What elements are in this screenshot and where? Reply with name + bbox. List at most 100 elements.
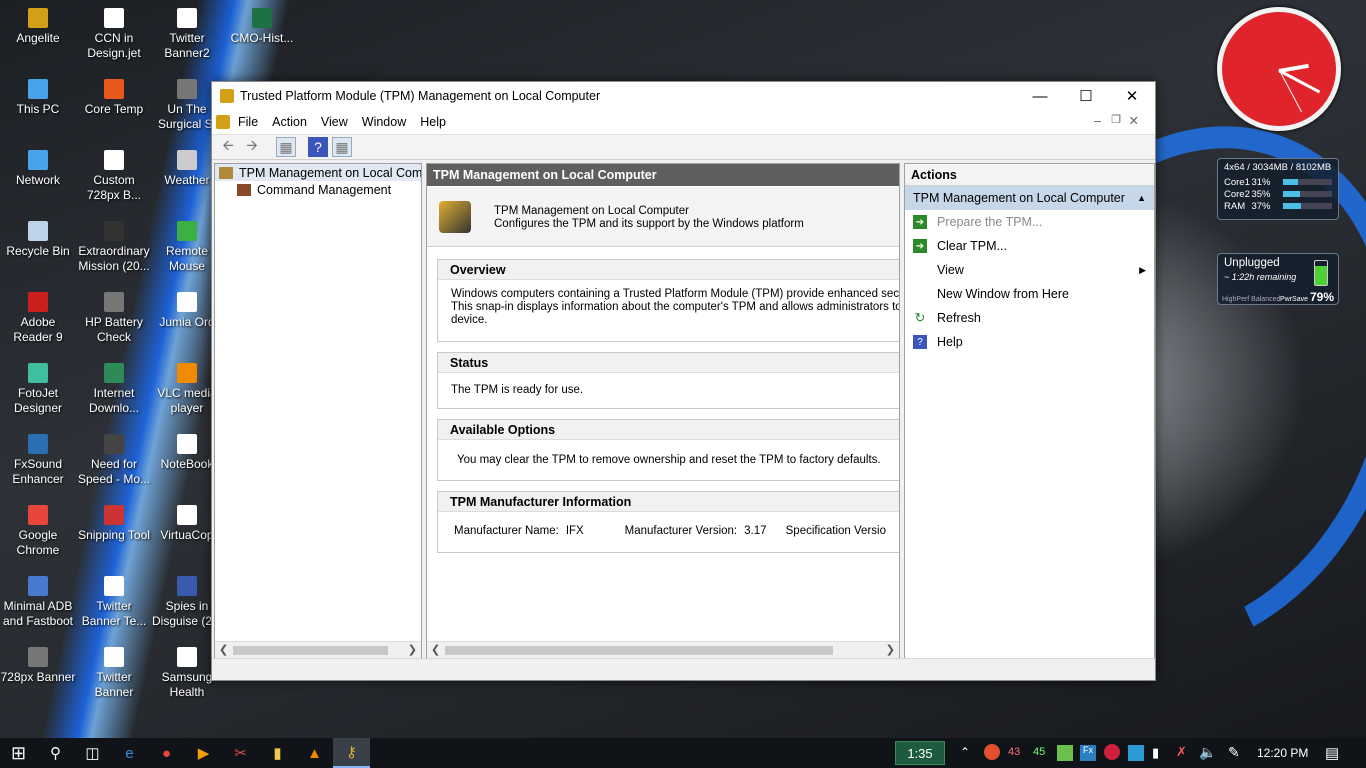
scroll-left-icon[interactable]: ❮ bbox=[219, 643, 228, 656]
desktop-icon[interactable]: CMO-Hist... bbox=[224, 8, 300, 46]
battery-tray-icon[interactable]: ▮ bbox=[1152, 745, 1159, 761]
action-item[interactable]: New Window from Here bbox=[905, 282, 1154, 306]
chrome-icon[interactable]: ● bbox=[148, 738, 185, 768]
tree-root-label: TPM Management on Local Comp bbox=[239, 165, 421, 180]
forward-arrow-icon[interactable]: 🡪 bbox=[242, 137, 262, 157]
tree-item-command-management[interactable]: Command Management bbox=[215, 181, 421, 199]
volume-icon[interactable]: 🔈 bbox=[1199, 744, 1216, 761]
file-explorer-icon[interactable]: ▮ bbox=[259, 738, 296, 768]
desktop-icon[interactable]: Twitter Banner2 bbox=[149, 8, 225, 61]
desktop-icon[interactable]: Extraordinary Mission (20... bbox=[76, 221, 152, 274]
clock-time[interactable]: 12:20 PM bbox=[1257, 746, 1308, 760]
tray-app-icon[interactable] bbox=[984, 744, 1000, 760]
options-text: You may clear the TPM to remove ownershi… bbox=[457, 454, 881, 466]
desktop-icon[interactable]: Recycle Bin bbox=[0, 221, 76, 259]
action-item[interactable]: ➔ Prepare the TPM... bbox=[905, 210, 1154, 234]
show-hidden-icons[interactable]: ⌃ bbox=[960, 745, 970, 759]
show-hide-action-pane-icon[interactable]: ▦ bbox=[332, 137, 352, 157]
timer-widget[interactable]: 1:35 bbox=[895, 741, 945, 765]
menu-action[interactable]: Action bbox=[272, 115, 307, 129]
maximize-button[interactable]: ☐ bbox=[1063, 82, 1109, 110]
child-minimize-icon[interactable]: – bbox=[1094, 114, 1101, 128]
cpu-temp-1[interactable]: 43 bbox=[1008, 746, 1020, 758]
windows-start-icon[interactable]: ⊞ bbox=[0, 738, 37, 768]
scroll-left-icon[interactable]: ❮ bbox=[431, 643, 440, 656]
tray-green-icon[interactable] bbox=[1057, 745, 1073, 761]
child-close-icon[interactable]: ✕ bbox=[1129, 113, 1139, 128]
help-icon[interactable]: ? bbox=[308, 137, 328, 157]
desktop-icon[interactable]: Core Temp bbox=[76, 79, 152, 117]
mmc-app-icon[interactable] bbox=[216, 115, 230, 129]
shield-icon[interactable] bbox=[1128, 745, 1144, 761]
tpm-taskbar-icon[interactable]: ⚷ bbox=[333, 738, 370, 768]
desktop-icon[interactable]: Twitter Banner bbox=[76, 647, 152, 700]
desktop-icon[interactable]: Adobe Reader 9 bbox=[0, 292, 76, 345]
show-hide-tree-icon[interactable]: ▦ bbox=[276, 137, 296, 157]
desktop-icon-image bbox=[177, 292, 197, 312]
action-item[interactable]: View ▶ bbox=[905, 258, 1154, 282]
close-button[interactable]: ✕ bbox=[1109, 82, 1155, 110]
desktop-icon-image bbox=[104, 647, 124, 667]
scroll-right-icon[interactable]: ❯ bbox=[408, 643, 417, 656]
desktop-icon[interactable]: FxSound Enhancer bbox=[0, 434, 76, 487]
fx-sound-icon[interactable]: Fx bbox=[1080, 745, 1096, 761]
snipping-tool-icon[interactable]: ✂ bbox=[222, 738, 259, 768]
desktop-icon-label: Twitter Banner2 bbox=[164, 31, 210, 60]
scroll-right-icon[interactable]: ❯ bbox=[886, 643, 895, 656]
battery-gadget[interactable]: Unplugged ~ 1:22h remaining HighPerf Bal… bbox=[1217, 253, 1339, 305]
menu-file[interactable]: File bbox=[238, 115, 258, 129]
desktop-icon[interactable]: Custom 728px B... bbox=[76, 150, 152, 203]
pen-icon[interactable]: ✎ bbox=[1228, 744, 1240, 761]
tree-item-tpm-management[interactable]: TPM Management on Local Comp bbox=[215, 164, 421, 181]
scroll-thumb[interactable] bbox=[445, 646, 833, 655]
menu-window[interactable]: Window bbox=[362, 115, 406, 129]
minimize-button[interactable]: — bbox=[1017, 82, 1063, 110]
task-view-icon[interactable]: ◫ bbox=[74, 738, 111, 768]
action-item[interactable]: ? Help bbox=[905, 330, 1154, 354]
edge-icon[interactable]: e bbox=[111, 738, 148, 768]
collapse-up-icon[interactable]: ▲ bbox=[1137, 193, 1146, 203]
tpm-management-window[interactable]: Trusted Platform Module (TPM) Management… bbox=[211, 81, 1156, 681]
desktop-icon[interactable]: Snipping Tool bbox=[76, 505, 152, 543]
manufacturer-name-value: IFX bbox=[565, 525, 584, 537]
action-item[interactable]: ↻ Refresh bbox=[905, 306, 1154, 330]
overview-line-3: device. bbox=[451, 314, 488, 326]
desktop-icon-label: Internet Downlo... bbox=[88, 386, 140, 415]
cpu-temp-2[interactable]: 45 bbox=[1033, 746, 1045, 758]
tray-red-icon[interactable] bbox=[1104, 744, 1120, 760]
back-arrow-icon[interactable]: 🡨 bbox=[218, 137, 238, 157]
desktop-icon[interactable]: HP Battery Check bbox=[76, 292, 152, 345]
desktop-icon[interactable]: FotoJet Designer bbox=[0, 363, 76, 416]
manufacturer-version-value: 3.17 bbox=[744, 525, 767, 537]
desktop-icon[interactable]: Google Chrome bbox=[0, 505, 76, 558]
network-off-icon[interactable]: ✗ bbox=[1176, 744, 1187, 760]
desktop-icon[interactable]: This PC bbox=[0, 79, 76, 117]
menu-help[interactable]: Help bbox=[420, 115, 446, 129]
desktop-icon[interactable]: Angelite bbox=[0, 8, 76, 46]
desktop-icon-image bbox=[177, 221, 197, 241]
results-horizontal-scrollbar[interactable]: ❮ ❯ bbox=[427, 641, 899, 658]
scroll-thumb[interactable] bbox=[233, 646, 388, 655]
desktop-icon[interactable]: Internet Downlo... bbox=[76, 363, 152, 416]
vlc-icon[interactable]: ▲ bbox=[296, 738, 333, 768]
desktop-icon[interactable]: 728px Banner bbox=[0, 647, 76, 685]
actions-group-header[interactable]: TPM Management on Local Computer ▲ bbox=[905, 186, 1154, 210]
menu-view[interactable]: View bbox=[321, 115, 348, 129]
media-player-icon[interactable]: ▶ bbox=[185, 738, 222, 768]
desktop-icon[interactable]: Minimal ADB and Fastboot bbox=[0, 576, 76, 629]
cpu-row-bar bbox=[1282, 191, 1332, 197]
action-item[interactable]: ➔ Clear TPM... bbox=[905, 234, 1154, 258]
tree-horizontal-scrollbar[interactable]: ❮ ❯ bbox=[215, 641, 421, 658]
desktop-icon[interactable]: Need for Speed - Mo... bbox=[76, 434, 152, 487]
title-bar[interactable]: Trusted Platform Module (TPM) Management… bbox=[212, 82, 1155, 110]
intro-description: Configures the TPM and its support by th… bbox=[494, 218, 804, 230]
clock-gadget[interactable] bbox=[1217, 7, 1341, 131]
search-icon[interactable]: ⚲ bbox=[37, 738, 74, 768]
desktop-icon[interactable]: CCN in Design.jet bbox=[76, 8, 152, 61]
cpu-row-bar bbox=[1282, 203, 1332, 209]
action-center-icon[interactable]: ▤ bbox=[1325, 744, 1339, 762]
child-restore-icon[interactable]: ❐ bbox=[1111, 113, 1121, 126]
desktop-icon[interactable]: Network bbox=[0, 150, 76, 188]
cpu-meter-gadget[interactable]: 4x64 / 3034MB / 8102MB Core1 31% Core2 35% R… bbox=[1217, 158, 1339, 220]
desktop-icon[interactable]: Twitter Banner Te... bbox=[76, 576, 152, 629]
